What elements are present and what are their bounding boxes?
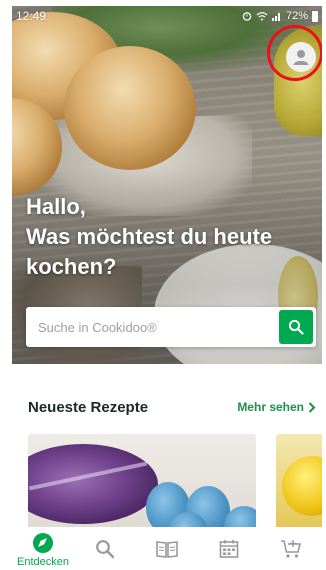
recipe-card[interactable] [28, 434, 256, 534]
status-icons: 72% [242, 10, 318, 22]
shopping-cart-icon [281, 539, 302, 558]
nav-item-recipes[interactable] [136, 527, 198, 570]
bread-roll-image [64, 46, 196, 170]
section-title: Neueste Rezepte [28, 398, 149, 416]
more-link[interactable]: Mehr sehen [237, 400, 322, 414]
nav-item-entdecken[interactable]: Entdecken [12, 526, 74, 570]
recipe-carousel [28, 434, 322, 534]
greeting-heading: Hallo, Was möchtest du heute kochen? [26, 192, 316, 282]
alarm-icon [242, 12, 252, 21]
nav-label: Entdecken [17, 555, 69, 568]
search-bar [26, 307, 316, 347]
nav-item-planner[interactable] [198, 527, 260, 570]
compass-icon [33, 532, 53, 553]
chevron-right-icon [308, 401, 316, 413]
search-button[interactable] [279, 310, 313, 344]
user-icon [293, 50, 309, 65]
battery-icon [312, 10, 318, 22]
status-time: 12:49 [16, 9, 47, 23]
book-icon [156, 540, 178, 558]
search-icon [288, 319, 304, 335]
profile-button[interactable] [286, 42, 316, 72]
recipe-card[interactable] [276, 434, 322, 534]
calendar-icon [219, 539, 239, 558]
greeting-line: kochen? [26, 254, 117, 279]
status-bar: 12:49 72% [12, 6, 322, 26]
more-link-label: Mehr sehen [237, 400, 304, 414]
greeting-line: Was möchtest du heute [26, 224, 273, 249]
search-input[interactable] [26, 308, 279, 346]
bottom-navigation: Entdecken [12, 527, 322, 570]
lemon-image [282, 456, 322, 516]
nav-item-shopping-list[interactable] [260, 527, 322, 570]
wifi-icon [256, 12, 268, 21]
battery-percent: 72% [285, 10, 308, 22]
app-screen: Hallo, Was möchtest du heute kochen? 12:… [12, 6, 322, 570]
recipes-section-header: Neueste Rezepte Mehr sehen [28, 396, 322, 418]
greeting-line: Hallo, [26, 194, 86, 219]
search-icon [96, 539, 115, 558]
nav-item-search[interactable] [74, 527, 136, 570]
hero-banner: Hallo, Was möchtest du heute kochen? [12, 6, 322, 364]
signal-icon [271, 13, 280, 21]
